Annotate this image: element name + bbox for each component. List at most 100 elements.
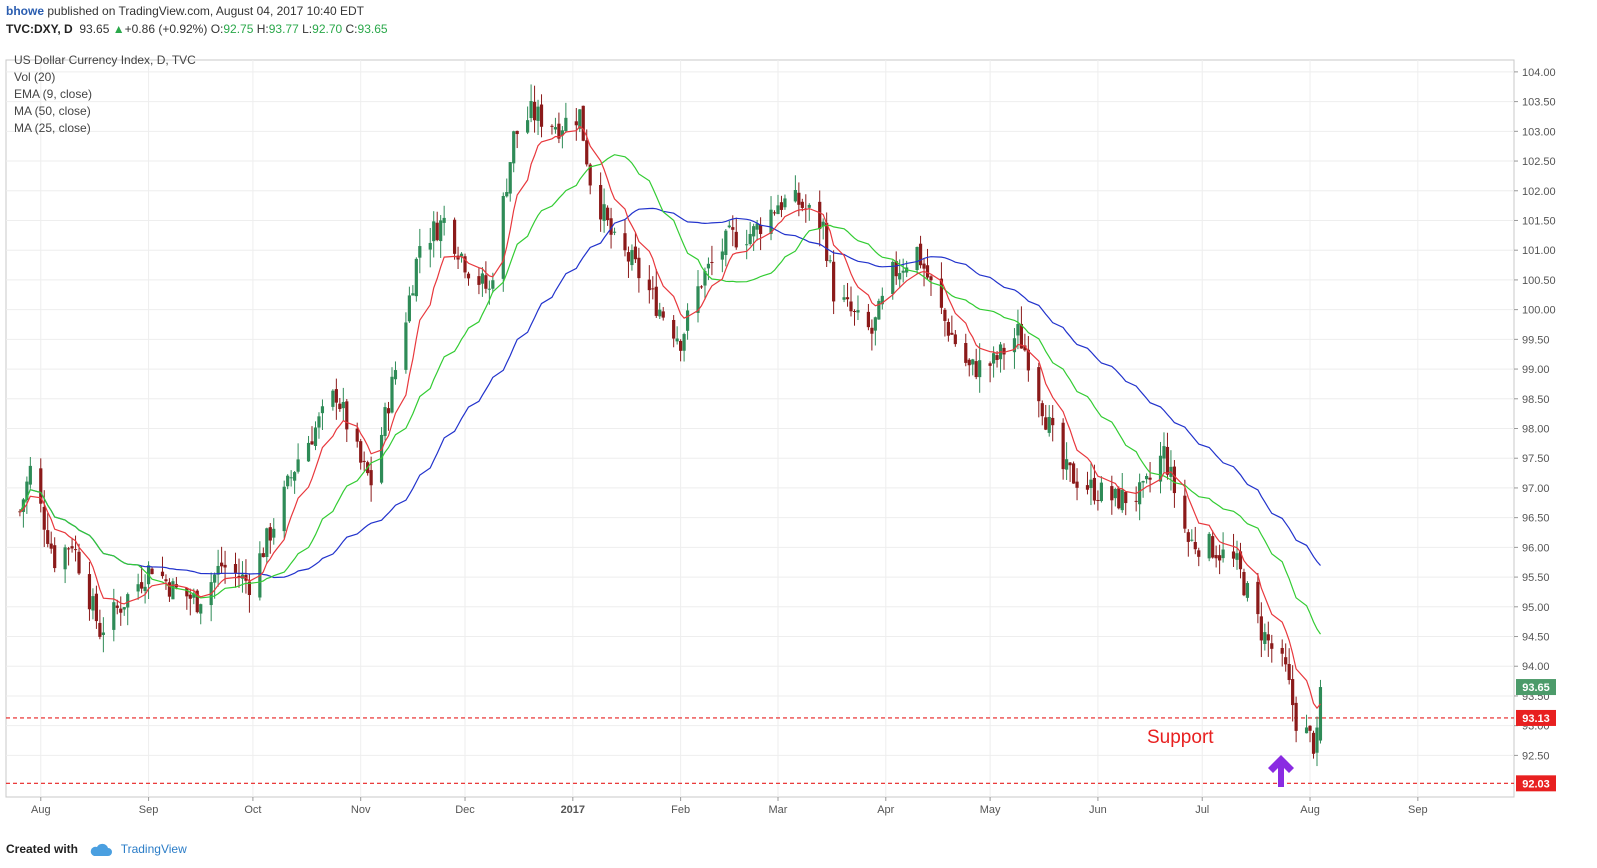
candle-body [602, 204, 606, 221]
candle-body [112, 602, 116, 630]
x-tick-label: Sep [139, 804, 159, 816]
x-tick-label: Jun [1089, 804, 1107, 816]
candle-body [223, 564, 227, 568]
y-tick-label: 100.50 [1522, 275, 1556, 287]
candle-body [452, 219, 457, 254]
price-axis[interactable]: 104.00 103.50 103.00 102.50 102.00 101.50 101.… [1514, 67, 1556, 792]
support-price-label: 92.03 [1522, 778, 1550, 790]
candle-body [752, 226, 756, 237]
candle-body [623, 233, 627, 251]
candle-body [637, 257, 641, 279]
candle-body [1068, 462, 1072, 466]
y-tick-label: 97.50 [1522, 453, 1550, 465]
candle-body [338, 403, 342, 410]
up-arrow-icon: ▲ [112, 22, 125, 36]
candle-body [1304, 727, 1309, 734]
candle-body [553, 127, 558, 130]
candle-body [1047, 416, 1051, 433]
candle-body [91, 596, 95, 611]
candle-body [818, 201, 822, 230]
candle-body [126, 594, 130, 608]
candle-body [971, 359, 975, 365]
y-tick-label: 101.00 [1522, 245, 1556, 257]
tradingview-link[interactable]: TradingView [121, 842, 187, 856]
y-tick-label: 99.00 [1522, 364, 1550, 376]
candle-body [286, 475, 290, 487]
candle-body [731, 227, 735, 230]
candle-body [651, 288, 655, 290]
candle-body [369, 470, 373, 486]
candle-body [845, 297, 850, 300]
candle-body [313, 427, 318, 446]
candle-body [140, 582, 144, 589]
candle-body [1308, 725, 1312, 731]
candle-body [1075, 481, 1079, 488]
y-tick-label: 104.00 [1522, 67, 1556, 79]
candle-body [432, 221, 436, 242]
legend-item: MA (25, close) [14, 121, 91, 135]
candle-body [661, 311, 665, 318]
candle-body [675, 338, 679, 342]
candle-body [870, 327, 874, 334]
x-tick-label: Feb [671, 804, 690, 816]
time-axis[interactable]: Aug Sep Oct Nov Dec 2017 Feb Mar Apr May Jun Jul Aug… [31, 797, 1428, 816]
support-text: Support [1147, 727, 1214, 748]
candle-body [362, 460, 366, 462]
candle-body [873, 317, 877, 331]
candle-body [143, 586, 147, 592]
candle-body [272, 528, 276, 538]
x-tick-label: Dec [455, 804, 475, 816]
candle-body [599, 185, 603, 220]
candle-body [1134, 500, 1138, 502]
candle-body [647, 279, 651, 291]
candle-body [626, 252, 631, 262]
candle-body [310, 441, 314, 445]
candle-body [63, 547, 67, 570]
candle-body [1318, 687, 1323, 741]
candle-body [852, 310, 857, 312]
publish-line: bhowe published on TradingView.com, Augu… [6, 4, 364, 18]
candle-body [842, 297, 846, 300]
y-tick-label: 100.00 [1522, 305, 1556, 317]
candle-body [793, 190, 797, 202]
candle-body [915, 246, 919, 271]
candle-body [1211, 536, 1215, 558]
candle-body [119, 608, 123, 613]
legend-item: MA (50, close) [14, 104, 91, 118]
candle-body [282, 486, 286, 532]
candle-body [1245, 583, 1250, 598]
candle-body [633, 246, 638, 260]
y-tick-label: 94.50 [1522, 632, 1550, 644]
candle-body [1037, 367, 1041, 402]
candle-body [505, 192, 509, 197]
candle-body [188, 594, 192, 599]
candle-body [1071, 463, 1076, 484]
candle-body [1294, 702, 1298, 731]
open-value: 92.75 [223, 22, 254, 36]
candle-body [539, 104, 544, 127]
candle-body [1096, 499, 1100, 501]
candle-body [233, 563, 238, 573]
candle-body [28, 465, 32, 485]
price-chart[interactable]: 104.00 103.50 103.00 102.50 102.00 101.50 101.… [0, 40, 1597, 840]
candle-body [724, 230, 728, 256]
candle-body [439, 220, 443, 242]
candle-body [404, 322, 408, 370]
candle-body [150, 568, 154, 575]
candle-body [1263, 632, 1267, 644]
author-link[interactable]: bhowe [6, 4, 44, 18]
candle-body [612, 231, 617, 233]
y-tick-label: 98.00 [1522, 424, 1550, 436]
legend-item: Vol (20) [14, 70, 55, 84]
x-tick-label: Jul [1195, 804, 1209, 816]
candle-body [550, 125, 554, 127]
candle-body [1242, 571, 1246, 596]
x-tick-label: May [980, 804, 1001, 816]
candle-body [1231, 551, 1236, 559]
candle-body [759, 224, 763, 235]
quote-line: TVC:DXY, D 93.65 ▲+0.86 (+0.92%) O:92.75… [6, 22, 388, 36]
candle-body [501, 196, 505, 279]
x-tick-label: Oct [244, 804, 261, 816]
candle-body [1165, 446, 1170, 475]
candle-body [306, 442, 311, 462]
